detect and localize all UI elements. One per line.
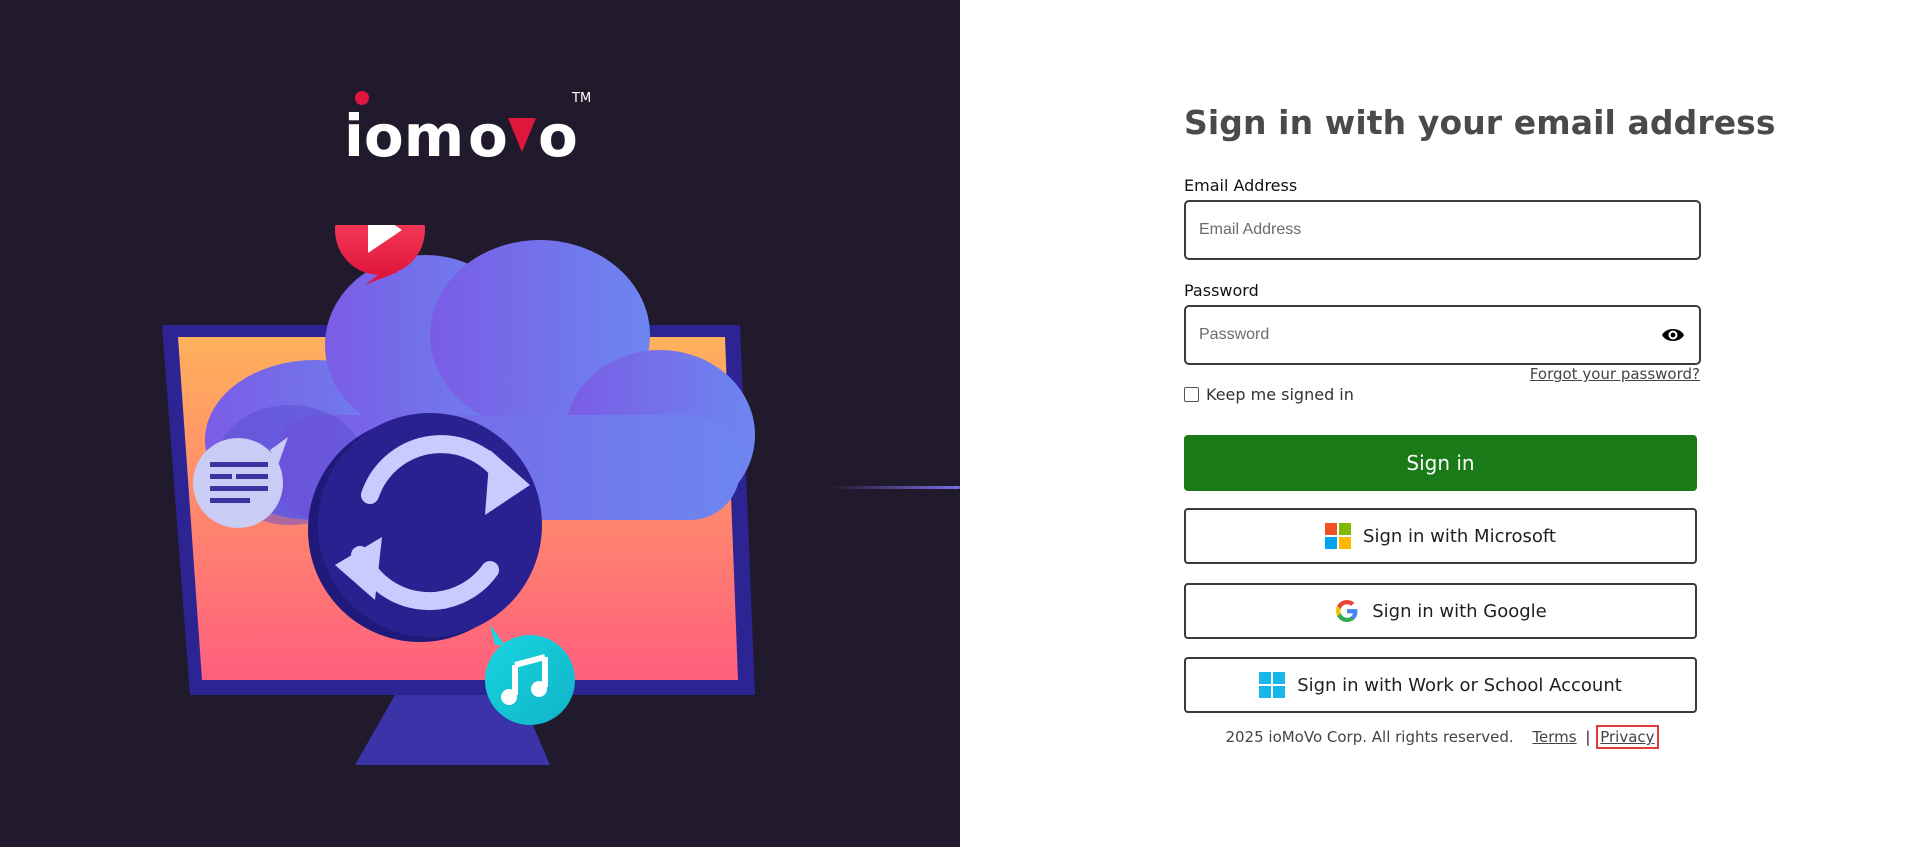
keep-signed-in-checkbox[interactable] — [1184, 387, 1199, 402]
footer: 2025 ioMoVo Corp. All rights reserved. T… — [1184, 725, 1697, 749]
terms-link[interactable]: Terms — [1532, 728, 1576, 746]
sign-in-google-button[interactable]: Sign in with Google — [1184, 583, 1697, 639]
google-icon — [1336, 600, 1358, 622]
footer-separator: | — [1585, 728, 1591, 746]
svg-text:o: o — [468, 102, 508, 168]
sign-in-button[interactable]: Sign in — [1184, 435, 1697, 491]
page-title: Sign in with your email address — [1184, 103, 1776, 142]
brand-panel: iom o o TM — [0, 0, 960, 847]
forgot-password-link[interactable]: Forgot your password? — [1530, 365, 1700, 383]
email-input[interactable] — [1186, 202, 1699, 258]
eye-icon[interactable] — [1661, 326, 1685, 344]
privacy-link[interactable]: Privacy — [1596, 725, 1659, 749]
iomovo-logo: iom o o TM — [344, 91, 591, 168]
sign-in-work-account-label: Sign in with Work or School Account — [1297, 674, 1622, 696]
sign-in-panel: Sign in with your email address Email Ad… — [960, 0, 1920, 847]
keep-signed-in: Keep me signed in — [1184, 385, 1354, 404]
email-label: Email Address — [1184, 176, 1298, 195]
cloud-sync-illustration — [162, 225, 755, 765]
svg-text:TM: TM — [571, 91, 591, 106]
svg-text:iom: iom — [344, 102, 464, 168]
sign-in-microsoft-button[interactable]: Sign in with Microsoft — [1184, 508, 1697, 564]
svg-text:o: o — [538, 102, 578, 168]
password-field-wrapper — [1184, 305, 1701, 365]
password-label: Password — [1184, 281, 1259, 300]
copyright-text: 2025 ioMoVo Corp. All rights reserved. — [1225, 728, 1514, 746]
microsoft-icon — [1325, 523, 1352, 549]
windows-icon — [1259, 672, 1286, 698]
password-input[interactable] — [1186, 307, 1699, 363]
keep-signed-in-label[interactable]: Keep me signed in — [1206, 385, 1354, 404]
sign-in-microsoft-label: Sign in with Microsoft — [1363, 525, 1556, 547]
light-streak — [830, 486, 960, 489]
sign-in-google-label: Sign in with Google — [1372, 600, 1547, 622]
email-field-wrapper — [1184, 200, 1701, 260]
sign-in-work-account-button[interactable]: Sign in with Work or School Account — [1184, 657, 1697, 713]
